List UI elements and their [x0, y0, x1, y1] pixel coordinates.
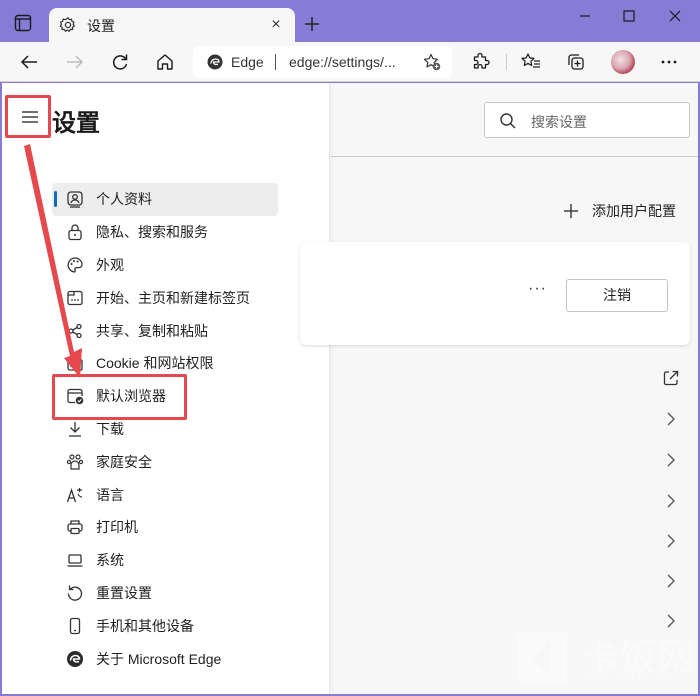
edge-logo-icon [207, 54, 223, 70]
annotation-box-default-browser [52, 374, 187, 420]
collections-icon[interactable] [565, 51, 587, 73]
search-input[interactable]: 搜索设置 [484, 102, 690, 138]
sidebar-item-family[interactable]: 家庭安全 [52, 445, 278, 478]
sidebar-item-printers[interactable]: 打印机 [52, 511, 278, 544]
address-site-label: Edge [231, 54, 264, 70]
watermark-logo-icon [517, 633, 567, 683]
watermark-url: www.kafan.cn [582, 672, 674, 684]
sidebar-item-label: 外观 [96, 256, 124, 273]
chevron-right-icon[interactable] [662, 572, 680, 590]
new-tab-page-icon [67, 290, 83, 305]
sidebar-item-label: 语言 [96, 486, 124, 503]
favorites-icon[interactable] [520, 51, 542, 73]
sidebar-item-about[interactable]: 关于 Microsoft Edge [52, 642, 278, 675]
title-bar: 设置 × [0, 0, 700, 42]
family-icon [66, 454, 84, 470]
chevron-right-icon[interactable] [662, 410, 680, 428]
home-icon[interactable] [154, 51, 176, 73]
sidebar-item-label: 开始、主页和新建标签页 [96, 289, 250, 306]
close-tab-icon[interactable]: × [265, 14, 287, 36]
sidebar-item-start-home[interactable]: 开始、主页和新建标签页 [52, 281, 278, 314]
palette-icon [67, 257, 83, 273]
refresh-icon[interactable] [109, 51, 131, 73]
address-separator [275, 54, 276, 70]
add-profile-button[interactable]: 添加用户配置 [564, 201, 676, 221]
address-bar[interactable]: Edge edge://settings/... [193, 46, 452, 78]
tab-actions-icon[interactable] [14, 14, 32, 32]
language-icon [66, 487, 83, 502]
profile-avatar[interactable] [611, 50, 635, 74]
sidebar-item-label: 隐私、搜索和服务 [96, 224, 208, 241]
new-tab-icon[interactable] [302, 14, 322, 34]
sidebar-item-reset[interactable]: 重置设置 [52, 577, 278, 610]
minimize-icon[interactable] [570, 8, 600, 28]
annotation-box-menu [5, 95, 51, 138]
sidebar-item-language[interactable]: 语言 [52, 478, 278, 511]
sidebar-item-label: Cookie 和网站权限 [96, 355, 214, 372]
maximize-icon[interactable] [614, 8, 644, 28]
system-icon [67, 554, 83, 567]
chevron-right-icon[interactable] [662, 492, 680, 510]
back-icon[interactable] [18, 51, 40, 73]
phone-icon [69, 617, 81, 634]
printer-icon [67, 520, 83, 535]
tab-settings[interactable]: 设置 × [49, 8, 295, 42]
profile-icon [67, 191, 83, 209]
sidebar-item-label: 打印机 [96, 519, 138, 536]
sidebar-item-label: 家庭安全 [96, 453, 152, 470]
share-icon [68, 323, 82, 338]
address-url[interactable]: edge://settings/... [289, 54, 396, 70]
favorite-add-icon[interactable] [422, 52, 442, 72]
add-profile-label: 添加用户配置 [592, 203, 676, 219]
sign-out-button[interactable]: 注销 [566, 279, 668, 312]
sidebar-item-label: 重置设置 [96, 584, 152, 601]
forward-icon[interactable] [64, 51, 86, 73]
search-icon [500, 113, 516, 129]
sidebar-item-share-copy-paste[interactable]: 共享、复制和粘贴 [52, 314, 278, 347]
sidebar-item-label: 共享、复制和粘贴 [96, 322, 208, 339]
toolbar-divider [506, 54, 507, 70]
page-title: 设置 [52, 110, 100, 137]
sidebar-item-privacy[interactable]: 隐私、搜索和服务 [52, 216, 278, 249]
settings-nav: 个人资料 隐私、搜索和服务 外观 开始、主页和新建标签页 共享、复制和粘贴 Co… [52, 183, 278, 675]
sidebar-item-label: 关于 Microsoft Edge [96, 650, 222, 667]
watermark: 卡饭网 www.kafan.cn [512, 628, 698, 688]
sidebar-item-label: 下载 [96, 420, 124, 437]
sidebar-item-system[interactable]: 系统 [52, 544, 278, 577]
browser-toolbar: Edge edge://settings/... [0, 42, 700, 82]
download-icon [69, 421, 81, 437]
extensions-icon[interactable] [470, 51, 492, 73]
plus-icon [564, 204, 578, 218]
lock-icon [68, 224, 82, 241]
tab-title: 设置 [87, 18, 115, 34]
edge-logo-icon [67, 650, 83, 667]
external-link-icon[interactable] [662, 369, 680, 387]
sidebar-item-appearance[interactable]: 外观 [52, 249, 278, 282]
more-options-icon[interactable]: ··· [528, 280, 547, 298]
site-permissions-icon [67, 356, 83, 372]
sidebar-item-label: 个人资料 [96, 191, 152, 208]
sidebar-item-label: 系统 [96, 552, 124, 569]
sidebar-item-profile[interactable]: 个人资料 [52, 183, 278, 216]
chevron-right-icon[interactable] [662, 451, 680, 469]
profile-card: ··· 注销 [300, 242, 690, 345]
more-icon[interactable] [658, 51, 680, 73]
gear-icon [59, 16, 77, 34]
sidebar-item-phone-devices[interactable]: 手机和其他设备 [52, 609, 278, 642]
search-placeholder: 搜索设置 [531, 114, 587, 130]
sidebar-item-label: 手机和其他设备 [96, 617, 194, 634]
reset-icon [67, 585, 83, 601]
content-header: 搜索设置 [331, 83, 698, 157]
close-window-icon[interactable] [660, 8, 690, 28]
chevron-right-icon[interactable] [662, 532, 680, 550]
